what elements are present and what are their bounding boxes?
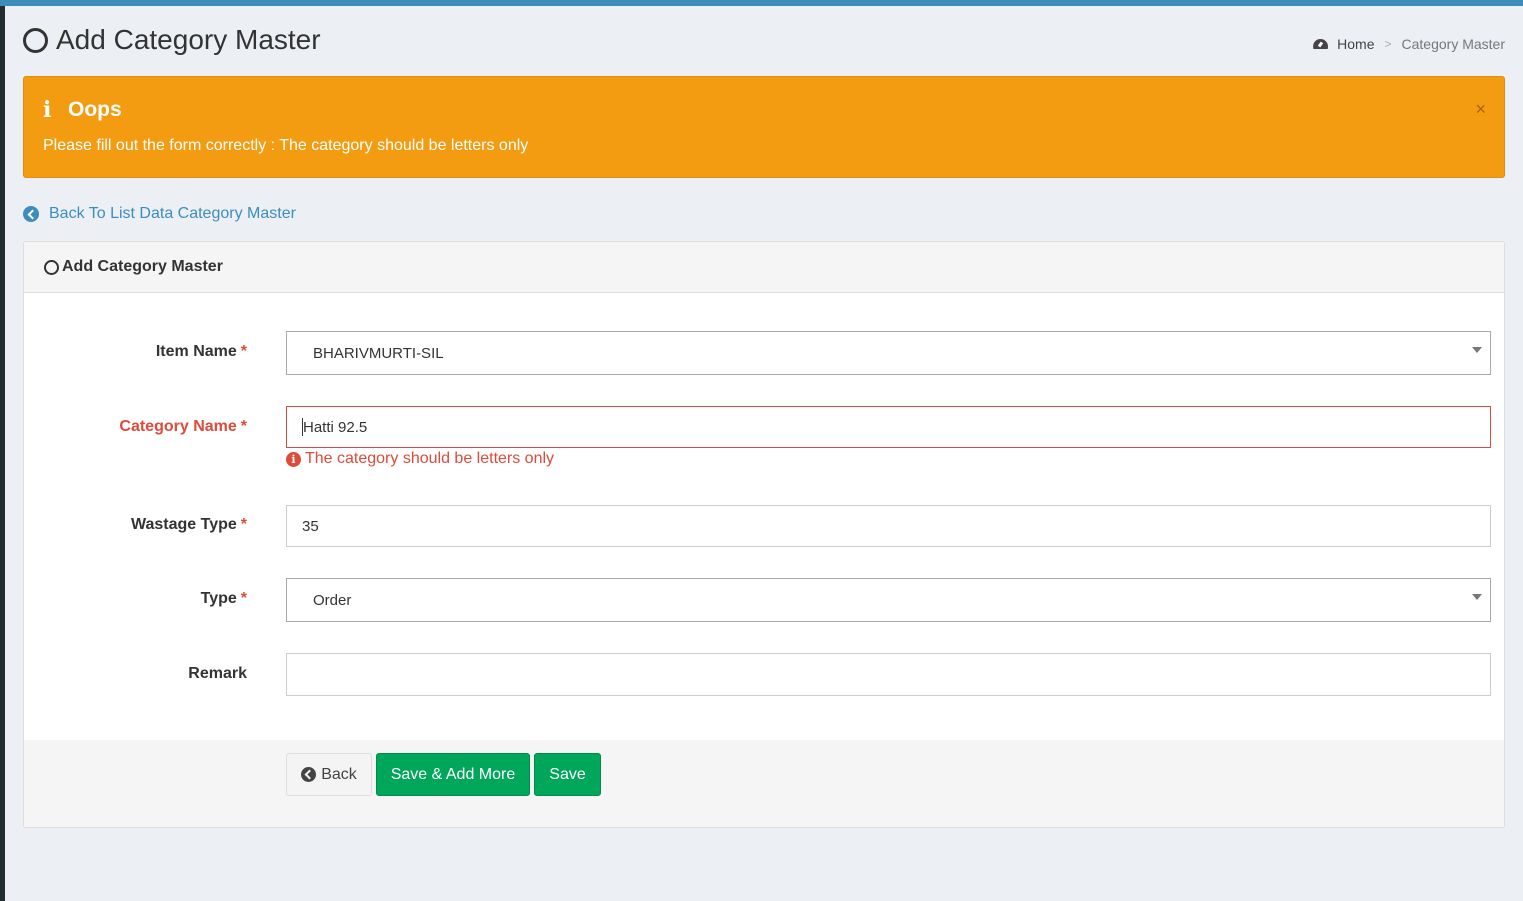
alert-message: Please fill out the form correctly : The…	[43, 137, 529, 154]
back-button[interactable]: Back	[286, 753, 372, 796]
dashboard-icon	[1313, 39, 1328, 50]
required-marker: *	[240, 343, 247, 360]
type-label: Type *	[200, 590, 247, 607]
circle-arrow-left-icon	[301, 767, 317, 782]
remark-label: Remark	[188, 665, 247, 682]
panel-footer: Back Save & Add More Save	[24, 740, 1504, 827]
panel-title-text: Add Category Master	[62, 258, 223, 275]
caret-down-icon	[1472, 594, 1482, 600]
wastage-type-value: 35	[302, 517, 319, 535]
exclamation-circle-icon: i	[286, 451, 301, 467]
circle-arrow-left-icon	[23, 206, 39, 222]
back-to-list-link[interactable]: Back To List Data Category Master	[23, 205, 296, 223]
required-marker: *	[240, 418, 247, 435]
content-header: Add Category Master Home > Category Mast…	[23, 22, 1505, 62]
wastage-type-input[interactable]: 35	[286, 505, 1491, 547]
warning-alert: i Oops Please fill out the form correctl…	[23, 76, 1505, 178]
sidebar-edge	[0, 6, 5, 901]
circle-outline-icon	[44, 259, 59, 275]
back-to-list-text: Back To List Data Category Master	[49, 205, 296, 222]
close-icon[interactable]: ×	[1475, 99, 1486, 120]
category-name-error: i The category should be letters only	[286, 450, 554, 468]
panel-heading: Add Category Master	[24, 242, 1504, 293]
info-icon: i	[43, 97, 52, 123]
save-button[interactable]: Save	[534, 753, 601, 796]
item-name-select[interactable]: BHARIVMURTI-SIL	[286, 331, 1491, 375]
category-name-input[interactable]: Hatti 92.5	[286, 406, 1491, 448]
required-marker: *	[240, 590, 247, 607]
remark-input[interactable]	[286, 653, 1491, 696]
category-name-value: Hatti 92.5	[303, 418, 368, 436]
circle-outline-icon	[23, 27, 48, 53]
page-title-text: Add Category Master	[56, 24, 321, 55]
alert-title: i Oops	[43, 97, 122, 123]
category-name-label: Category Name *	[119, 418, 247, 435]
breadcrumb-current: Category Master	[1401, 36, 1505, 52]
top-accent-bar	[0, 0, 1523, 6]
required-marker: *	[240, 516, 247, 533]
wastage-type-label: Wastage Type *	[130, 516, 247, 533]
form-panel: Add Category Master Item Name * BHARIVMUR…	[23, 241, 1505, 828]
panel-title: Add Category Master	[44, 258, 223, 276]
breadcrumb-home-link[interactable]: Home	[1337, 36, 1374, 52]
item-name-label: Item Name *	[155, 343, 247, 360]
breadcrumb-separator: >	[1384, 37, 1392, 51]
breadcrumb: Home > Category Master	[1313, 36, 1505, 52]
item-name-value: BHARIVMURTI-SIL	[313, 344, 444, 362]
save-and-add-more-button[interactable]: Save & Add More	[376, 753, 530, 796]
type-select[interactable]: Order	[286, 578, 1491, 622]
category-name-error-text: The category should be letters only	[305, 450, 555, 467]
caret-down-icon	[1472, 347, 1482, 353]
alert-title-text: Oops	[68, 98, 122, 121]
page-title: Add Category Master	[23, 24, 321, 56]
type-value: Order	[313, 591, 352, 609]
